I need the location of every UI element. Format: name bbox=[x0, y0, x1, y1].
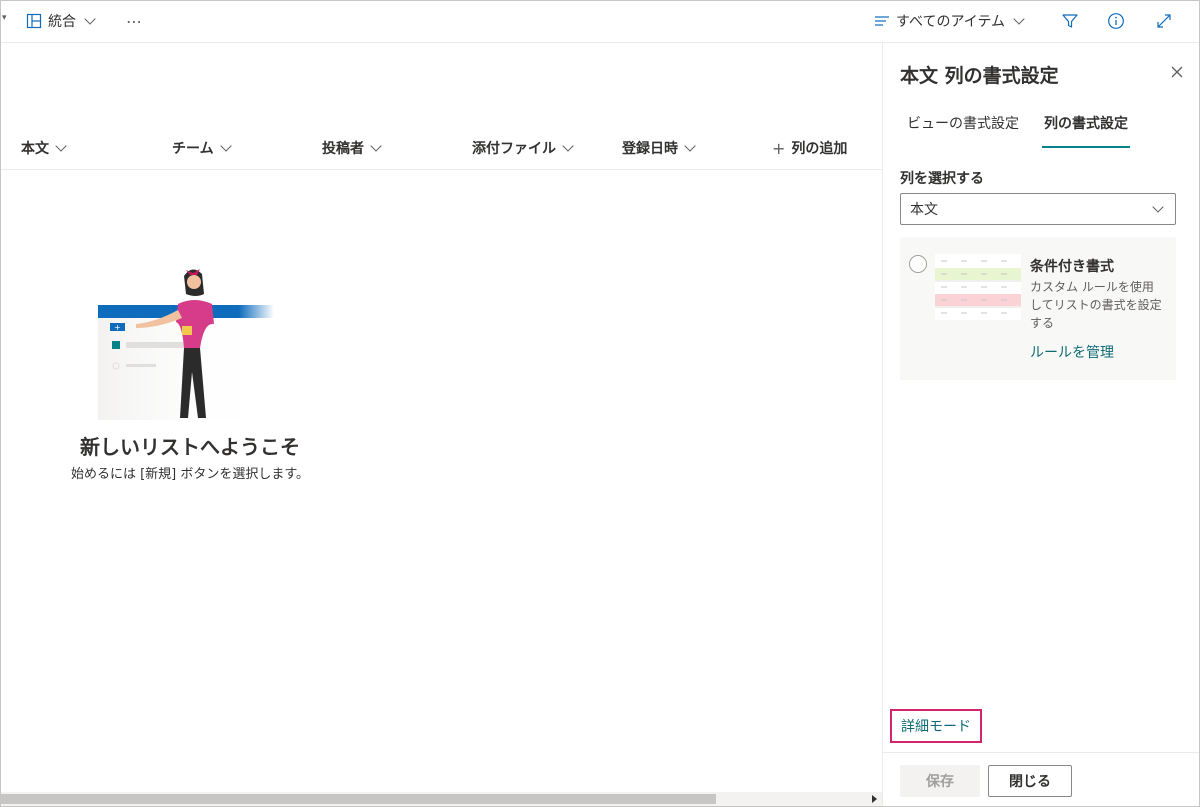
filter-button[interactable] bbox=[1058, 9, 1082, 33]
view-name: 統合 bbox=[48, 14, 76, 30]
close-icon[interactable] bbox=[1169, 64, 1185, 80]
list-header: 本文 チーム 投稿者 添付ファイル 登録日時 + 列の追加 bbox=[0, 127, 882, 170]
plus-icon: + bbox=[772, 138, 786, 158]
more-options-button[interactable]: ⋯ bbox=[126, 0, 142, 42]
column-header-label: 本文 bbox=[21, 141, 49, 157]
column-header-poster[interactable]: 投稿者 bbox=[322, 127, 383, 169]
view-list-icon bbox=[875, 16, 889, 26]
board-view-icon bbox=[26, 13, 42, 29]
panel-title: 本文 列の書式設定 bbox=[900, 65, 1059, 87]
info-button[interactable] bbox=[1104, 9, 1128, 33]
save-button[interactable]: 保存 bbox=[900, 765, 980, 797]
close-button[interactable]: 閉じる bbox=[988, 765, 1072, 797]
view-switcher-button[interactable]: 統合 bbox=[26, 0, 97, 42]
command-bar: ▾ 統合 ⋯ すべてのアイテム bbox=[0, 0, 1200, 43]
conditional-formatting-description: カスタム ルールを使用してリストの書式を設定する bbox=[1030, 280, 1162, 330]
format-column-panel: 本文 列の書式設定 ビューの書式設定 列の書式設定 列を選択する 本文 条件付き… bbox=[882, 43, 1200, 807]
chevron-down-icon bbox=[684, 140, 696, 152]
empty-state-subtitle: 始めるには [新規] ボタンを選択します。 bbox=[70, 467, 310, 482]
manage-rules-link[interactable]: ルールを管理 bbox=[1030, 342, 1114, 362]
tab-column-formatting[interactable]: 列の書式設定 bbox=[1042, 113, 1130, 149]
chevron-down-icon bbox=[219, 140, 232, 152]
expand-button[interactable] bbox=[1152, 9, 1176, 33]
conditional-formatting-option[interactable]: 条件付き書式 カスタム ルールを使用してリストの書式を設定する ルールを管理 bbox=[900, 237, 1176, 380]
advanced-mode-link[interactable]: 詳細モード bbox=[890, 709, 982, 743]
horizontal-scrollbar[interactable] bbox=[0, 792, 882, 806]
chevron-down-icon bbox=[370, 140, 382, 152]
add-column-label: 列の追加 bbox=[791, 141, 848, 157]
empty-list-illustration: + bbox=[98, 269, 274, 420]
column-header-label: 投稿者 bbox=[322, 141, 364, 157]
conditional-format-preview-icon bbox=[935, 254, 1021, 320]
chevron-down-icon bbox=[84, 13, 96, 25]
chevron-down-icon bbox=[562, 140, 574, 152]
chevron-down-icon bbox=[1013, 13, 1025, 25]
column-select-value: 本文 bbox=[910, 202, 938, 218]
column-header-label: チーム bbox=[172, 141, 214, 157]
column-header-label: 添付ファイル bbox=[472, 141, 556, 157]
scroll-right-arrow-icon[interactable] bbox=[872, 795, 877, 803]
add-column-button[interactable]: + 列の追加 bbox=[772, 127, 847, 169]
tab-view-formatting[interactable]: ビューの書式設定 bbox=[907, 113, 1019, 149]
panel-footer-divider bbox=[883, 752, 1200, 753]
column-header-attachments[interactable]: 添付ファイル bbox=[472, 127, 575, 169]
view-selector-button[interactable]: すべてのアイテム bbox=[874, 0, 1026, 42]
svg-text:+: + bbox=[114, 323, 121, 332]
view-selector-label: すべてのアイテム bbox=[896, 14, 1006, 30]
select-column-label: 列を選択する bbox=[900, 171, 984, 187]
scrollbar-thumb[interactable] bbox=[0, 794, 716, 804]
chevron-down-icon bbox=[55, 140, 67, 152]
column-select-dropdown[interactable]: 本文 bbox=[900, 193, 1176, 225]
expand-icon bbox=[1157, 14, 1171, 28]
chevron-down-icon bbox=[1152, 201, 1164, 213]
conditional-formatting-radio[interactable] bbox=[909, 255, 927, 273]
info-icon bbox=[1108, 13, 1124, 29]
conditional-formatting-title: 条件付き書式 bbox=[1030, 259, 1114, 275]
collapse-caret-icon[interactable]: ▾ bbox=[2, 13, 7, 23]
column-header-created[interactable]: 登録日時 bbox=[622, 127, 697, 169]
column-header-team[interactable]: チーム bbox=[172, 127, 233, 169]
column-header-label: 登録日時 bbox=[622, 141, 678, 157]
filter-icon bbox=[1062, 14, 1078, 28]
empty-state-title: 新しいリストへようこそ bbox=[80, 435, 300, 459]
column-header-body[interactable]: 本文 bbox=[21, 127, 68, 169]
